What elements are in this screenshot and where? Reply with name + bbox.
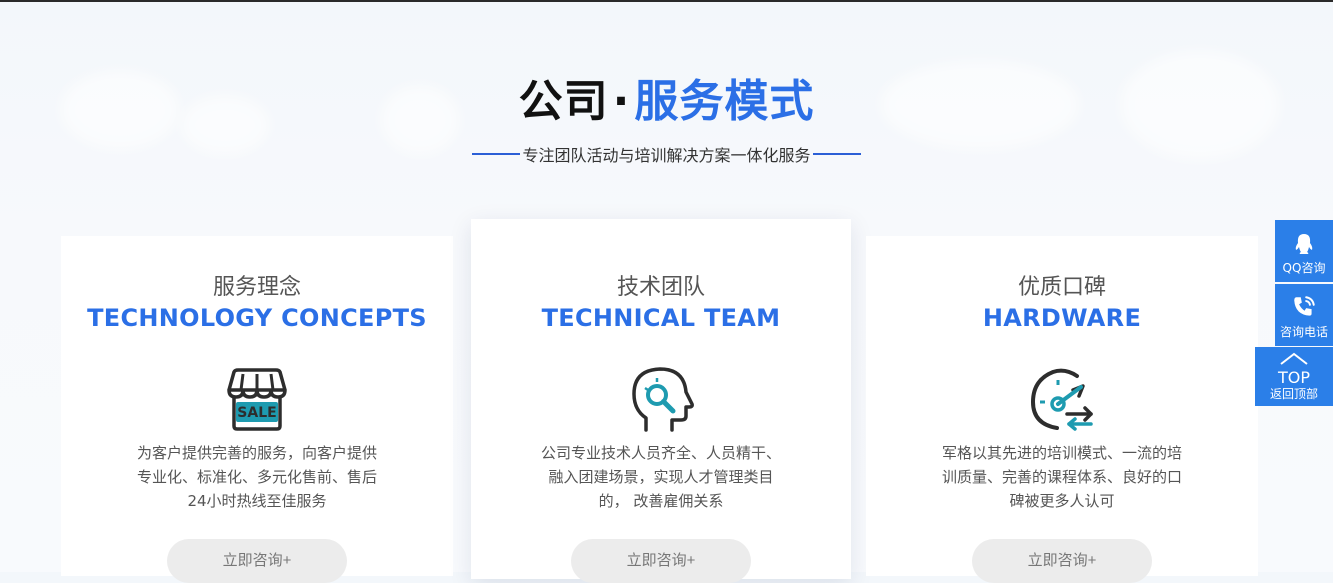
back-to-top-text: TOP (1277, 368, 1310, 387)
card-desc-line: 公司专业技术人员齐全、人员精干、 (540, 444, 781, 462)
card-title-cn: 技术团队 (616, 275, 705, 300)
sale-shop-icon: SALE (227, 368, 287, 431)
card-desc-line: 24小时热线至佳服务 (187, 492, 327, 510)
chevron-up-icon (1280, 352, 1308, 365)
phone-consult-button[interactable]: 咨询电话 (1275, 284, 1333, 346)
section-title-dot: · (612, 76, 631, 127)
head-search-icon (632, 367, 694, 432)
top-border (0, 0, 1333, 2)
back-to-top-button[interactable]: TOP 返回顶部 (1255, 347, 1333, 406)
consult-button[interactable]: 立即咨询+ (571, 539, 751, 583)
card-description: 军格以其先进的培训模式、一流的培 训质量、完善的课程体系、良好的口 碑被更多人认… (927, 441, 1197, 513)
consult-button[interactable]: 立即咨询+ (972, 539, 1152, 583)
card-desc-line: 为客户提供完善的服务，向客户提供 (136, 444, 377, 462)
card-desc-line: 训质量、完善的课程体系、良好的口 (941, 468, 1182, 486)
consult-button[interactable]: 立即咨询+ (167, 539, 347, 583)
qq-icon (1295, 234, 1313, 254)
card-desc-line: 专业化、标准化、多元化售前、售后 (136, 468, 377, 486)
card-desc-line: 碑被更多人认可 (1009, 492, 1115, 510)
section-title-dark: 公司 (518, 76, 609, 127)
subtitle-line-left (472, 153, 521, 155)
service-card-team: 技术团队 TECHNICAL TEAM 公司专业技术人员齐全、人员精干、 融入团… (471, 219, 851, 583)
card-title-en: HARDWARE (982, 304, 1142, 332)
card-title-cn: 优质口碑 (1017, 275, 1106, 300)
card-title-en: TECHNICAL TEAM (541, 304, 781, 332)
section-title: 公司·服务模式 (0, 74, 1333, 130)
qq-consult-label: QQ咨询 (1282, 261, 1326, 275)
subtitle-line-right (812, 153, 861, 155)
phone-icon (1294, 296, 1315, 316)
service-card-concepts: 服务理念 TECHNOLOGY CONCEPTS SALE 为客户提供完善的服务… (61, 236, 453, 583)
gauge-arrows-icon (1030, 368, 1093, 431)
card-desc-line: 军格以其先进的培训模式、一流的培 (941, 444, 1182, 462)
back-to-top-label: 返回顶部 (1269, 387, 1318, 401)
card-title-cn: 服务理念 (212, 275, 301, 300)
card-desc-line: 融入团建场景，实现人才管理类目 (548, 468, 774, 486)
section-title-blue: 服务模式 (634, 76, 815, 127)
card-description: 公司专业技术人员齐全、人员精干、 融入团建场景，实现人才管理类目 的， 改善雇佣… (526, 441, 796, 513)
card-description: 为客户提供完善的服务，向客户提供 专业化、标准化、多元化售前、售后 24小时热线… (122, 441, 392, 513)
phone-consult-label: 咨询电话 (1279, 325, 1328, 339)
service-card-reputation: 优质口碑 HARDWARE 军格以其先进的培训模式、一流的培 训质量、完善的课程… (866, 236, 1258, 583)
sale-icon-text: SALE (237, 405, 276, 421)
card-desc-line: 的， 改善雇佣关系 (598, 492, 724, 510)
qq-consult-button[interactable]: QQ咨询 (1275, 220, 1333, 282)
section-subtitle: 专注团队活动与培训解决方案一体化服务 (0, 142, 1333, 166)
card-title-en: TECHNOLOGY CONCEPTS (87, 304, 427, 332)
subtitle-text: 专注团队活动与培训解决方案一体化服务 (522, 146, 811, 165)
